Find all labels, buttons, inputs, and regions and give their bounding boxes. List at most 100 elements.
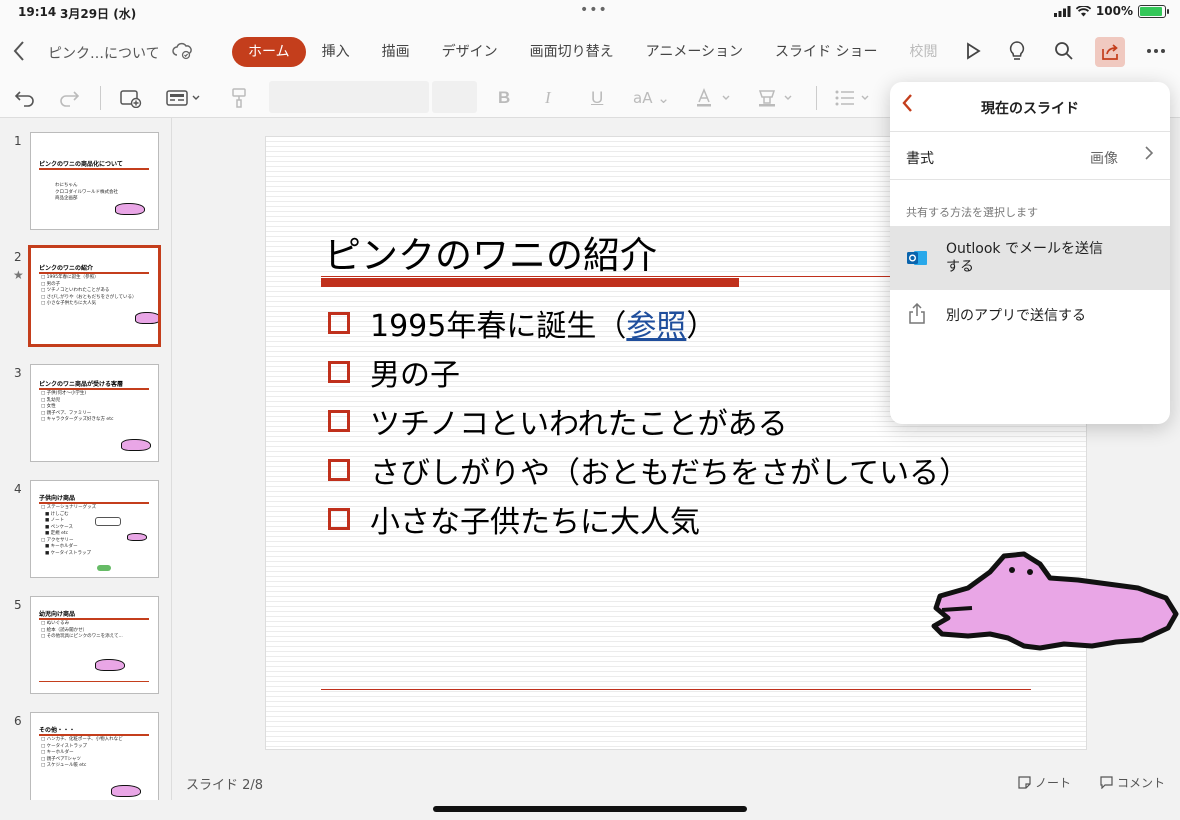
cloud-sync-icon[interactable]	[172, 42, 192, 60]
bullet-square-icon	[328, 508, 350, 530]
share-method-section-label: 共有する方法を選択します	[906, 206, 1038, 219]
thumb-text: □ 1995年春に誕生（参照） □ 男の子 □ ツチノコといわれたことがある □…	[41, 275, 137, 308]
thumb-title-line	[39, 618, 149, 620]
undo-icon[interactable]	[14, 86, 36, 110]
search-icon[interactable]	[1051, 38, 1077, 64]
bullet-text: ツチノコといわれたことがある	[370, 407, 788, 442]
slide-thumbnail-2[interactable]: ピンクのワニの紹介 □ 1995年春に誕生（参照） □ 男の子 □ ツチノコとい…	[28, 245, 161, 347]
thumb-line: □ スケジュール帳 etc	[41, 763, 87, 768]
thumb-number: 5	[14, 598, 22, 612]
thumb-line: □ ハンカチ、化粧ポーチ、小物入れなど	[41, 737, 123, 742]
new-slide-icon[interactable]	[120, 86, 142, 110]
slide-thumbnails-pane: 1 ピンクのワニの商品化について わにちゃん クロコダイルワールド株式会社 商品…	[0, 118, 172, 800]
multitask-dots[interactable]: •••	[580, 2, 608, 18]
thumb-footer-line	[39, 681, 149, 682]
underline-icon[interactable]: U	[591, 86, 603, 110]
status-date: 3月29日 (水)	[60, 7, 137, 21]
redo-icon[interactable]	[58, 86, 80, 110]
font-color-icon[interactable]	[695, 86, 735, 110]
bullet-square-icon	[328, 361, 350, 383]
thumb-number: 2	[14, 250, 22, 264]
slide-thumbnail-5[interactable]: 幼児向け商品 □ ぬいぐるみ □ 絵本（読み聞かせ） □ その他玩具にピンクのワ…	[30, 596, 159, 694]
battery-percent: 100%	[1095, 4, 1133, 18]
thumb-text: □ ステーショナリーグッズ ■ けしごむ ■ ノート ■ ペンケース ■ 定規 …	[41, 505, 96, 557]
notes-icon	[1018, 776, 1031, 789]
pink-croc-image	[135, 312, 158, 324]
bold-icon[interactable]: B	[498, 86, 510, 110]
pink-croc-image	[111, 785, 141, 797]
back-chevron-icon[interactable]	[12, 40, 30, 64]
send-other-app-option[interactable]: 別のアプリで送信する	[890, 290, 1170, 338]
send-outlook-option[interactable]: Outlook でメールを送信 する	[890, 226, 1170, 290]
bullet-text: さびしがりや（おともだちをさがしている）	[370, 456, 970, 491]
bullet-item[interactable]: 男の子	[328, 350, 460, 394]
font-size-box[interactable]	[432, 81, 477, 113]
more-options-icon[interactable]	[1143, 38, 1169, 64]
italic-icon[interactable]: I	[545, 86, 551, 110]
status-time: 19:14	[18, 5, 57, 19]
thumb-title: ピンクのワニの紹介	[39, 265, 94, 272]
tab-home[interactable]: ホーム	[232, 37, 306, 67]
pink-crocodile-image[interactable]	[928, 548, 1180, 656]
thumb-line: □ 小さな子供たちに大人気	[41, 301, 97, 306]
play-icon[interactable]	[960, 38, 986, 64]
outlook-label-line1: Outlook でメールを送信	[946, 241, 1103, 257]
bullets-icon[interactable]	[834, 86, 874, 110]
popover-title: 現在のスライド	[981, 101, 1079, 117]
ribbon-divider	[816, 86, 817, 110]
bullet-item[interactable]: さびしがりや（おともだちをさがしている）	[328, 448, 969, 492]
format-painter-icon[interactable]	[230, 86, 248, 110]
signal-icon	[1053, 5, 1071, 17]
bullet-item[interactable]: 小さな子供たちに大人気	[328, 497, 700, 541]
thumb-title-line	[39, 502, 149, 504]
tab-draw[interactable]: 描画	[366, 37, 426, 67]
change-case-icon[interactable]: aA ⌄	[633, 86, 670, 110]
bullet-item[interactable]: 1995年春に誕生（ 参照）	[328, 301, 716, 345]
tab-insert[interactable]: 挿入	[306, 37, 366, 67]
title-underline-bar	[321, 278, 739, 287]
thumb-number: 3	[14, 366, 22, 380]
lightbulb-icon[interactable]	[1004, 38, 1030, 64]
thumb-number: 6	[14, 714, 22, 728]
comments-button[interactable]: コメント	[1100, 774, 1165, 791]
bottom-status-bar: スライド 2/8 ノート コメント	[172, 762, 1180, 800]
thumb-number: 4	[14, 482, 22, 496]
ribbon-tabs: ホーム 挿入 描画 デザイン 画面切り替え アニメーション スライド ショー 校…	[232, 37, 944, 67]
bullet-square-icon	[328, 312, 350, 334]
share-icon[interactable]	[1095, 37, 1125, 67]
tab-transitions[interactable]: 画面切り替え	[514, 37, 630, 67]
layout-icon[interactable]	[166, 86, 202, 110]
tab-review[interactable]: 校閲	[894, 37, 945, 67]
thumb-title: 幼児向け商品	[39, 611, 76, 618]
thumb-line: □ ステーショナリーグッズ	[41, 505, 97, 510]
highlight-icon[interactable]	[757, 86, 797, 110]
slide-thumbnail-6[interactable]: その他・・・ □ ハンカチ、化粧ポーチ、小物入れなど □ ケータイストラップ □…	[30, 712, 159, 800]
thumb-title: 子供向け商品	[39, 495, 76, 502]
other-app-label: 別のアプリで送信する	[946, 308, 1086, 324]
format-row[interactable]: 書式 画像	[890, 132, 1170, 180]
document-title[interactable]: ピンク…について	[48, 43, 160, 63]
wifi-icon	[1075, 5, 1091, 16]
slide-counter: スライド 2/8	[186, 778, 264, 793]
format-value: 画像	[1090, 151, 1118, 167]
tab-slideshow[interactable]: スライド ショー	[759, 37, 893, 67]
status-right: 100%	[1053, 4, 1169, 18]
chevron-right-icon	[1144, 145, 1154, 166]
tab-design[interactable]: デザイン	[426, 37, 514, 67]
bullet-square-icon	[328, 459, 350, 481]
notes-button[interactable]: ノート	[1018, 774, 1071, 791]
slide-title[interactable]: ピンクのワニの紹介	[324, 225, 657, 279]
pink-croc-image	[95, 659, 125, 671]
pink-croc-image	[127, 533, 147, 541]
bullet-item[interactable]: ツチノコといわれたことがある	[328, 399, 788, 443]
home-indicator[interactable]	[433, 806, 747, 812]
popover-header: 現在のスライド	[890, 82, 1170, 132]
slide-thumbnail-4[interactable]: 子供向け商品 □ ステーショナリーグッズ ■ けしごむ ■ ノート ■ ペンケー…	[30, 480, 159, 578]
slide-thumbnail-1[interactable]: ピンクのワニの商品化について わにちゃん クロコダイルワールド株式会社 商品企画…	[30, 132, 159, 230]
comment-icon	[1100, 776, 1113, 789]
thumb-title: その他・・・	[39, 727, 76, 734]
tab-animations[interactable]: アニメーション	[630, 37, 759, 67]
slide-thumbnail-3[interactable]: ピンクのワニ商品が受ける客層 □ 子供(何才〜小学生) □ 乳幼児 □ 女性 □…	[30, 364, 159, 462]
font-name-box[interactable]	[269, 81, 429, 113]
hyperlink[interactable]: 参照	[626, 301, 686, 345]
